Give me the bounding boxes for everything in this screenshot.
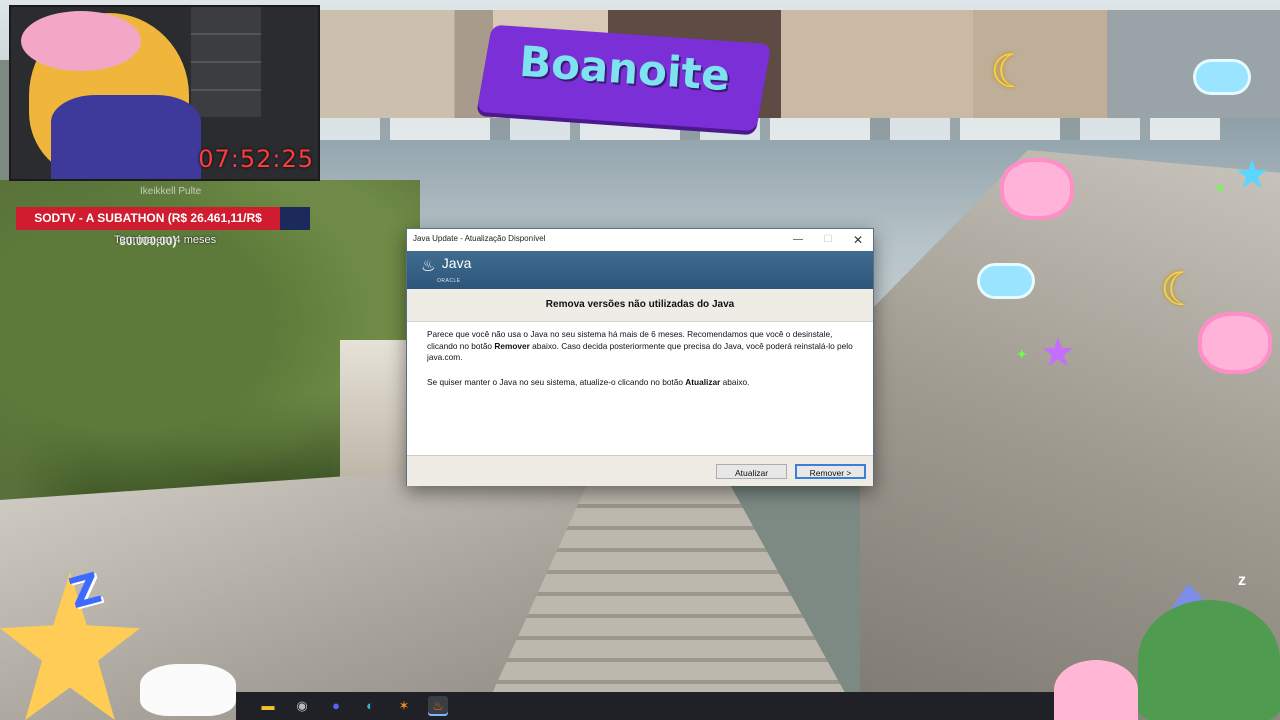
- dialog-title: Java Update - Atualização Disponível: [413, 234, 546, 243]
- dialog-heading: Remova versões não utilizadas do Java: [545, 299, 735, 310]
- oracle-logo-text: ORACLE: [437, 278, 461, 284]
- java-update-dialog: Java Update - Atualização Disponível — ☐…: [406, 228, 874, 486]
- webcam-feed: 07:52:25: [9, 5, 320, 181]
- subathon-bar: SODTV - A SUBATHON (R$ 26.461,11/R$ 30.0…: [16, 207, 310, 248]
- dialog-titlebar[interactable]: Java Update - Atualização Disponível — ☐…: [407, 229, 873, 251]
- city-buildings: [320, 10, 1280, 120]
- remove-button[interactable]: Remover >: [795, 464, 866, 479]
- dialog-footer: Atualizar Remover >: [407, 455, 873, 486]
- minimize-button[interactable]: —: [783, 229, 813, 251]
- java-logo-text: Java: [441, 255, 472, 271]
- taskbar: ▬ ◉ ● ◐ ✶ ♨: [236, 692, 1054, 720]
- java-banner: ♨ Java ORACLE: [407, 251, 873, 289]
- java-logo: ♨ Java: [421, 255, 471, 276]
- pajama: [51, 95, 201, 179]
- stream-timer: 07:52:25: [198, 145, 314, 173]
- update-button[interactable]: Atualizar: [716, 464, 787, 479]
- nightcap: [21, 11, 141, 71]
- sparkle-icon: ✦: [1214, 180, 1226, 196]
- sparkle-icon: ✦: [1016, 346, 1028, 362]
- paragraph-update: Se quiser manter o Java no seu sistema, …: [427, 376, 750, 387]
- star-icon: ★: [1234, 153, 1270, 197]
- sleeping-cat-sticker: [140, 664, 236, 716]
- star-icon: ★: [1040, 331, 1076, 375]
- subathon-subtext: Termina em 4 meses: [114, 234, 217, 246]
- sleep-z-icon: z: [1238, 572, 1246, 589]
- heading-area: Remova versões não utilizadas do Java: [407, 289, 873, 322]
- moon-icon: ☾: [1160, 263, 1202, 315]
- file-explorer-icon[interactable]: ▬: [258, 696, 278, 716]
- moon-icon: ☾: [990, 45, 1032, 97]
- edge-icon[interactable]: ◐: [360, 696, 380, 716]
- webcam-ghost-text: Ikeikkell Pulte: [140, 186, 202, 197]
- dialog-body: Parece que você não usa o Java no seu si…: [427, 329, 859, 401]
- update-emphasis: Atualizar: [685, 376, 721, 387]
- frog-sticker: [1138, 600, 1280, 720]
- shelf: [191, 7, 261, 117]
- sheep-icon: [1000, 158, 1074, 220]
- kirby-sticker: [1054, 660, 1138, 720]
- close-button[interactable]: ✕: [843, 229, 873, 251]
- paragraph-remove: Parece que você não usa o Java no seu si…: [427, 329, 853, 362]
- cloud-icon: [980, 266, 1032, 296]
- maximize-button: ☐: [823, 234, 833, 245]
- subathon-label: SODTV - A SUBATHON (R$ 26.461,11/R$ 30.0…: [34, 211, 262, 248]
- remove-emphasis: Remover: [494, 340, 530, 351]
- boats: [320, 118, 1220, 140]
- cloud-icon: [1196, 62, 1248, 92]
- chat-icon[interactable]: ◉: [292, 696, 312, 716]
- discord-icon[interactable]: ●: [326, 696, 346, 716]
- orange-app-icon[interactable]: ✶: [394, 696, 414, 716]
- sheep-icon: [1198, 312, 1272, 374]
- java-update-icon[interactable]: ♨: [428, 696, 448, 716]
- java-cup-icon: ♨: [421, 258, 436, 275]
